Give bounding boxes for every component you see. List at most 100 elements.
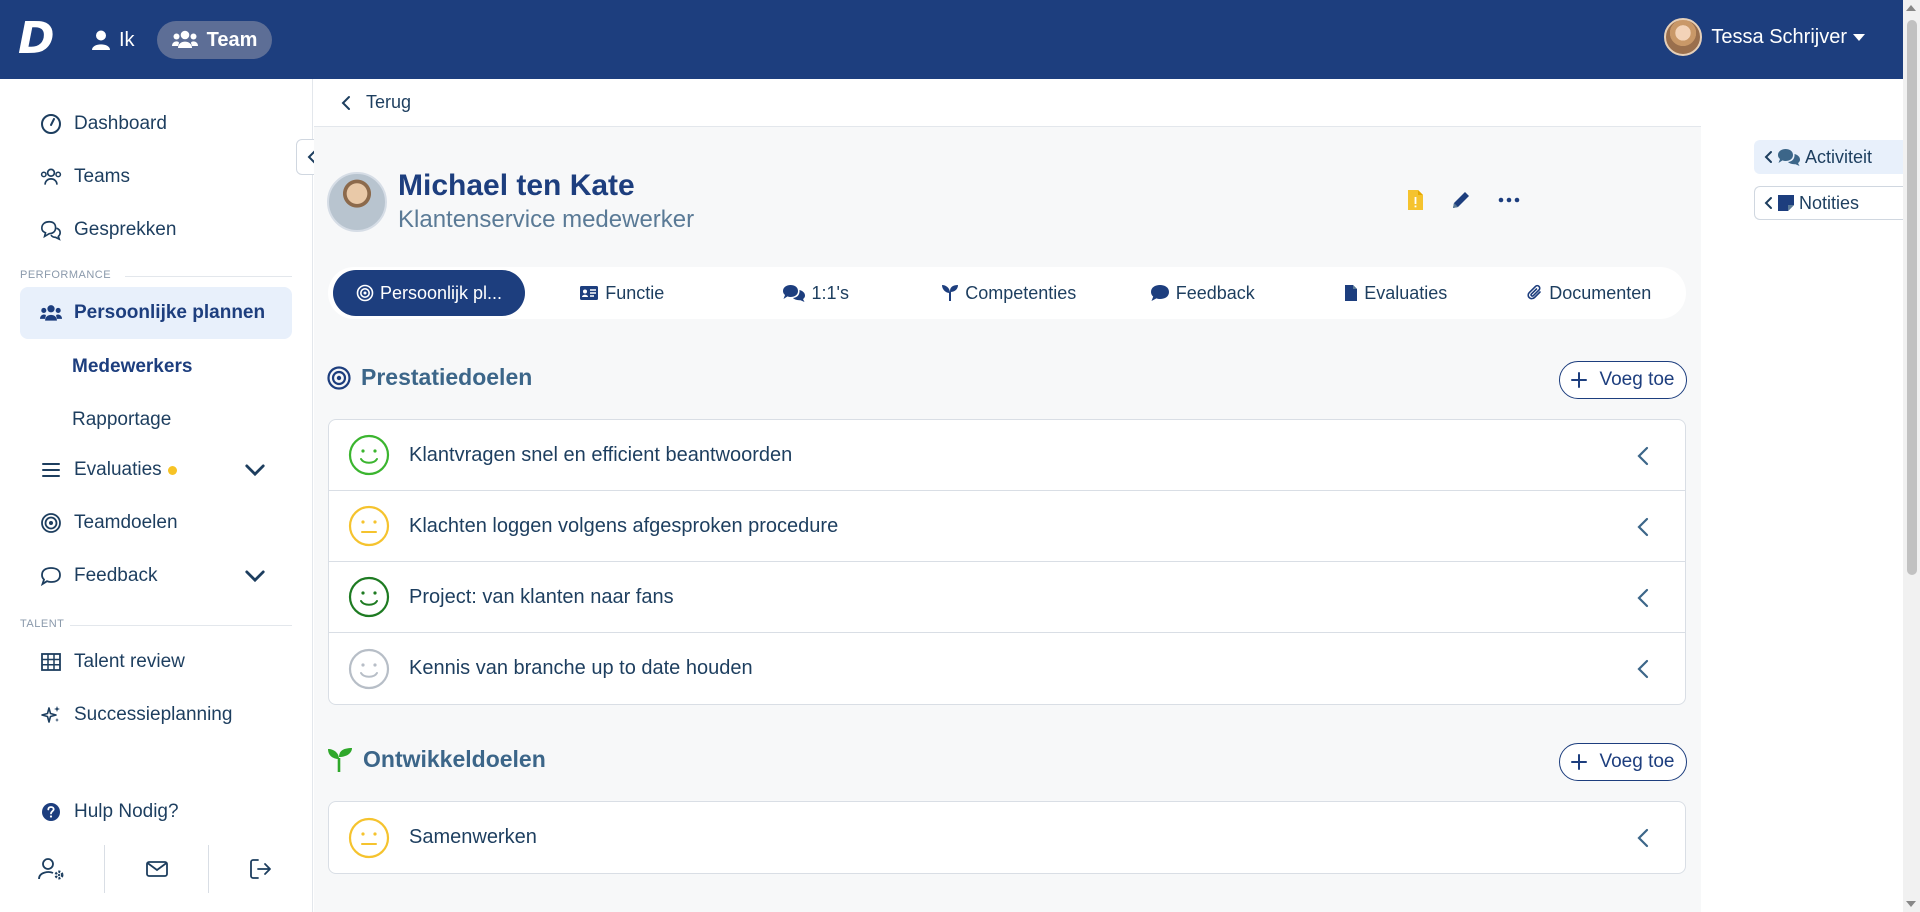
sidebar-item-label: Teams bbox=[74, 166, 130, 187]
users-icon bbox=[40, 168, 62, 185]
smiley-happy-icon bbox=[348, 648, 390, 689]
sidebar-item-evaluaties[interactable]: Evaluaties bbox=[20, 444, 292, 496]
list-item[interactable]: Kennis van branche up to date houden bbox=[329, 633, 1685, 704]
section-title-ontwikkeldoelen: Ontwikkeldoelen bbox=[327, 746, 546, 773]
comments-icon bbox=[1778, 149, 1800, 166]
smiley-neutral-icon bbox=[348, 817, 390, 858]
section-label-talent: TALENT bbox=[20, 618, 65, 630]
envelope-icon bbox=[145, 861, 168, 877]
sidebar-item-label: Feedback bbox=[74, 565, 158, 586]
comments-icon bbox=[782, 285, 805, 302]
chevron-down-icon[interactable] bbox=[244, 565, 266, 587]
comment-icon bbox=[1150, 285, 1169, 301]
chevron-left-icon[interactable] bbox=[340, 95, 352, 111]
chevron-left-icon[interactable] bbox=[1637, 828, 1649, 848]
nav-team[interactable]: Team bbox=[157, 21, 272, 59]
nav-ik[interactable]: Ik bbox=[92, 24, 135, 56]
sidebar-subitem-medewerkers[interactable]: Medewerkers bbox=[72, 356, 192, 378]
sidebar-subitem-rapportage[interactable]: Rapportage bbox=[72, 409, 171, 431]
list-icon bbox=[42, 463, 60, 477]
tab-functie[interactable]: Functie bbox=[525, 270, 719, 316]
add-button-label: Voeg toe bbox=[1599, 369, 1675, 390]
target-icon bbox=[327, 365, 351, 390]
sidebar-item-label: Persoonlijke plannen bbox=[74, 302, 266, 323]
back-link[interactable]: Terug bbox=[366, 92, 411, 113]
app-logo[interactable]: D bbox=[18, 17, 55, 61]
page-title: Michael ten Kate bbox=[398, 169, 635, 202]
chevron-left-icon[interactable] bbox=[1637, 446, 1649, 466]
caret-down-icon bbox=[1853, 33, 1865, 41]
chevron-left-icon[interactable] bbox=[1637, 659, 1649, 679]
tab-competenties[interactable]: Competenties bbox=[912, 270, 1106, 316]
list-item[interactable]: Project: van klanten naar fans bbox=[329, 562, 1685, 633]
sidebar-item-teams[interactable]: Teams bbox=[20, 151, 292, 203]
user-gear-icon bbox=[37, 858, 64, 880]
goal-title: Project: van klanten naar fans bbox=[409, 585, 674, 608]
scroll-up-arrow[interactable] bbox=[1906, 5, 1916, 11]
sidebar-item-label: Teamdoelen bbox=[74, 512, 178, 533]
scroll-down-arrow[interactable] bbox=[1906, 901, 1916, 907]
sidebar-item-teamdoelen[interactable]: Teamdoelen bbox=[20, 497, 292, 549]
sidebar-item-label: Hulp Nodig? bbox=[74, 801, 179, 822]
smiley-happy-icon bbox=[348, 576, 390, 618]
scrollbar[interactable] bbox=[1903, 0, 1920, 912]
sidebar-item-help[interactable]: Hulp Nodig? bbox=[20, 786, 292, 838]
tab-evaluaties[interactable]: Evaluaties bbox=[1299, 270, 1493, 316]
section-label-performance: PERFORMANCE bbox=[20, 269, 112, 281]
goal-title: Kennis van branche up to date houden bbox=[409, 657, 753, 679]
add-prestatiedoel-button[interactable]: Voeg toe bbox=[1559, 361, 1687, 399]
list-item[interactable]: Klantvragen snel en efficient beantwoord… bbox=[329, 420, 1685, 491]
target-icon bbox=[41, 513, 61, 533]
tab-label: Evaluaties bbox=[1364, 282, 1448, 303]
table-icon bbox=[41, 653, 61, 671]
profile-photo bbox=[327, 172, 387, 232]
list-item[interactable]: Klachten loggen volgens afgesproken proc… bbox=[329, 491, 1685, 562]
comment-icon bbox=[40, 567, 61, 587]
add-button-label: Voeg toe bbox=[1599, 751, 1675, 772]
chevron-down-icon[interactable] bbox=[244, 459, 266, 481]
user-settings-button[interactable] bbox=[0, 845, 105, 893]
plus-icon bbox=[1571, 754, 1588, 770]
sparkles-icon bbox=[41, 706, 60, 723]
target-icon bbox=[356, 284, 374, 302]
id-card-icon bbox=[580, 286, 599, 300]
sidebar-item-label: Evaluaties bbox=[74, 459, 162, 480]
chevron-left-icon[interactable] bbox=[1637, 588, 1649, 608]
sidebar-item-successieplanning[interactable]: Successieplanning bbox=[20, 689, 292, 741]
user-menu[interactable]: Tessa Schrijver bbox=[1664, 18, 1865, 56]
sidebar-item-talent-review[interactable]: Talent review bbox=[20, 636, 292, 688]
section-title-label: Ontwikkeldoelen bbox=[363, 746, 546, 772]
messages-button[interactable] bbox=[105, 845, 210, 893]
file-warning-icon[interactable] bbox=[1407, 189, 1424, 211]
question-circle-icon bbox=[42, 803, 60, 821]
notification-dot bbox=[167, 465, 177, 475]
scroll-thumb[interactable] bbox=[1907, 20, 1917, 575]
notes-panel-toggle[interactable]: Notities bbox=[1754, 186, 1903, 220]
sidebar-item-label: Gesprekken bbox=[74, 219, 177, 240]
tab-one-on-ones[interactable]: 1:1's bbox=[719, 270, 913, 316]
pencil-icon[interactable] bbox=[1450, 189, 1472, 211]
user-icon bbox=[92, 30, 110, 50]
ontwikkeldoelen-list: Samenwerken bbox=[328, 801, 1686, 874]
tab-bar: Persoonlijk pl... Functie 1:1's Competen… bbox=[328, 267, 1686, 319]
more-horizontal-icon[interactable] bbox=[1498, 197, 1520, 203]
sidebar-item-gesprekken[interactable]: Gesprekken bbox=[20, 204, 292, 256]
tab-persoonlijk-plan[interactable]: Persoonlijk pl... bbox=[333, 270, 525, 316]
logout-button[interactable] bbox=[209, 845, 313, 893]
activity-panel-toggle[interactable]: Activiteit bbox=[1754, 140, 1903, 174]
list-item[interactable]: Samenwerken bbox=[329, 802, 1685, 873]
nav-team-label: Team bbox=[206, 28, 258, 51]
tab-label: 1:1's bbox=[811, 282, 849, 303]
section-title-label: Prestatiedoelen bbox=[361, 364, 533, 390]
section-title-prestatiedoelen: Prestatiedoelen bbox=[327, 364, 532, 391]
tab-documenten[interactable]: Documenten bbox=[1493, 270, 1687, 316]
add-ontwikkeldoel-button[interactable]: Voeg toe bbox=[1559, 743, 1687, 781]
tab-feedback[interactable]: Feedback bbox=[1106, 270, 1300, 316]
chevron-left-icon bbox=[1764, 151, 1772, 163]
sidebar-item-feedback[interactable]: Feedback bbox=[20, 550, 292, 602]
sidebar-item-persoonlijke-plannen[interactable]: Persoonlijke plannen bbox=[20, 287, 292, 339]
sidebar-item-dashboard[interactable]: Dashboard bbox=[20, 98, 292, 150]
sidebar-footer bbox=[0, 845, 313, 893]
chevron-left-icon[interactable] bbox=[1637, 517, 1649, 537]
divider bbox=[70, 625, 292, 626]
